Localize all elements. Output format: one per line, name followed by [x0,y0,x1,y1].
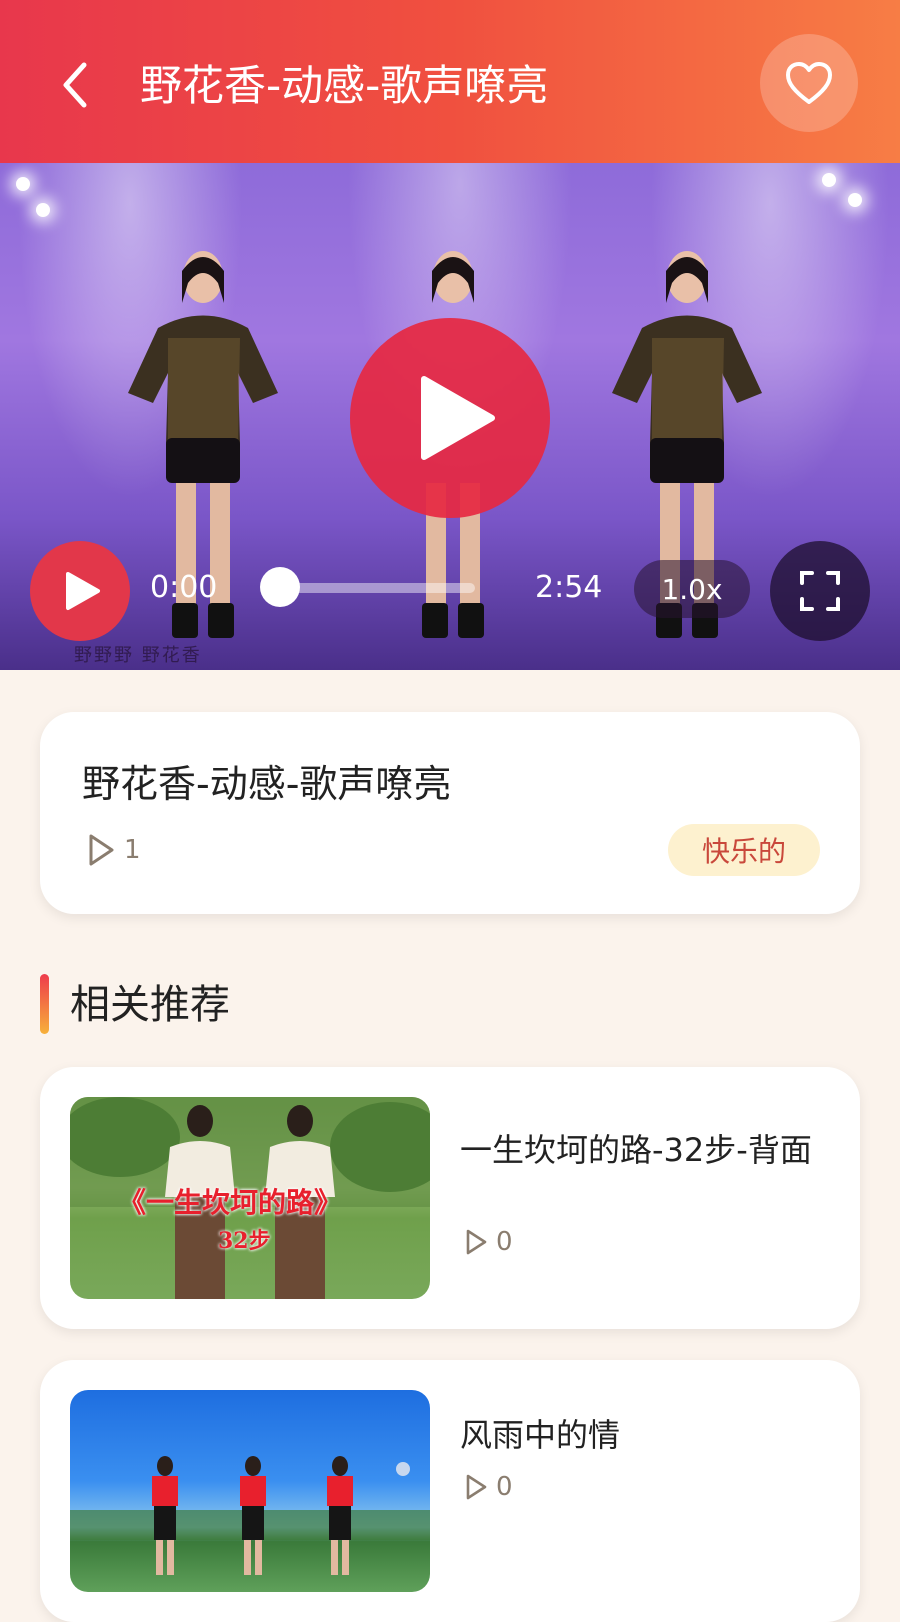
video-info-card: 野花香-动感-歌声嘹亮 1 快乐的 [40,712,860,914]
heart-icon [786,62,832,104]
recommendation-title: 风雨中的情 [460,1416,621,1454]
stage-light [822,173,836,187]
play-icon [66,572,100,610]
play-button[interactable] [30,541,130,641]
top-bar: 野花香-动感-歌声嘹亮 [0,0,900,163]
current-time: 0:00 [150,570,218,605]
stage-light [16,177,30,191]
section-accent-bar [40,974,49,1034]
play-count-value: 1 [124,835,141,865]
play-icon [421,376,495,460]
total-time: 2:54 [535,570,603,605]
play-count-value: 0 [496,1227,513,1257]
progress-bar[interactable] [270,583,475,593]
playback-speed-button[interactable]: 1.0x [634,560,750,618]
stage-light [848,193,862,207]
video-title: 野花香-动感-歌声嘹亮 [82,762,452,806]
video-player[interactable]: 野野野 野花香 0:00 2:54 1.0x [0,163,900,670]
back-button[interactable] [52,55,102,115]
progress-thumb[interactable] [260,567,300,607]
pager-dot [396,1462,410,1476]
fullscreen-button[interactable] [770,541,870,641]
play-outline-icon [466,1229,487,1255]
video-thumbnail[interactable] [70,1390,430,1592]
recommendation-title: 一生坎坷的路-32步-背面 [460,1131,812,1169]
chevron-left-icon [63,62,87,108]
recommendation-play-count: 0 [464,1472,513,1502]
section-title: 相关推荐 [70,982,230,1028]
stage-light [36,203,50,217]
play-outline-icon [466,1474,487,1500]
center-play-button[interactable] [350,318,550,518]
play-count-value: 0 [496,1472,513,1502]
play-count: 1 [86,832,141,868]
recommendation-card[interactable]: 风雨中的情 0 [40,1360,860,1622]
mood-tag[interactable]: 快乐的 [668,824,820,876]
favorite-button[interactable] [760,34,858,132]
video-thumbnail[interactable]: 《一生坎坷的路》 32步 [70,1097,430,1299]
thumbnail-caption: 《一生坎坷的路》 [118,1186,343,1219]
video-watermark: 野野野 野花香 [74,645,202,666]
thumbnail-scene [70,1456,430,1575]
fullscreen-icon [800,571,840,611]
play-outline-icon [89,834,114,866]
recommendation-play-count: 0 [464,1227,513,1257]
recommendation-card[interactable]: 《一生坎坷的路》 32步 一生坎坷的路-32步-背面 0 [40,1067,860,1329]
thumbnail-subcaption: 32步 [218,1228,271,1254]
page-title: 野花香-动感-歌声嘹亮 [140,61,549,110]
